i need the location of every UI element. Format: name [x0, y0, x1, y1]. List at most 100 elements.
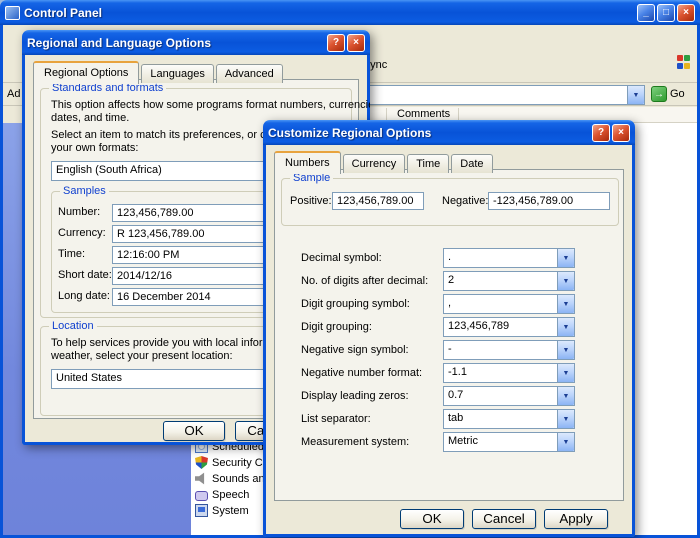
list-item-label: System — [212, 505, 249, 517]
sounds-icon — [195, 472, 208, 485]
negative-sign-symbol-combobox[interactable]: - ▼ — [443, 340, 575, 360]
list-item[interactable]: System — [195, 503, 249, 518]
dialog-title: Regional and Language Options — [27, 36, 211, 50]
security-center-icon — [195, 456, 208, 469]
location-description-line2: weather, select your present location: — [51, 350, 233, 363]
digits-after-decimal-value[interactable]: 2 — [444, 272, 557, 290]
system-icon — [195, 504, 208, 517]
list-separator-combobox[interactable]: tab ▼ — [443, 409, 575, 429]
digit-grouping-symbol-label: Digit grouping symbol: — [301, 298, 410, 310]
long-date-label: Long date: — [58, 290, 110, 302]
tab-regional-options[interactable]: Regional Options — [33, 61, 139, 84]
tab-languages[interactable]: Languages — [141, 64, 213, 83]
location-value[interactable]: United States — [52, 370, 277, 388]
positive-sample-input[interactable] — [332, 192, 424, 210]
go-label: Go — [670, 88, 685, 100]
sample-group: Sample Positive: Negative: — [281, 178, 619, 226]
decimal-symbol-combobox[interactable]: . ▼ — [443, 248, 575, 268]
negative-number-format-combobox[interactable]: -1.1 ▼ — [443, 363, 575, 383]
list-separator-value[interactable]: tab — [444, 410, 557, 428]
number-label: Number: — [58, 206, 100, 218]
digits-after-decimal-label: No. of digits after decimal: — [301, 275, 428, 287]
group-title: Samples — [60, 185, 109, 197]
minimize-button[interactable]: _ — [637, 4, 655, 22]
go-arrow-icon: → — [651, 86, 667, 102]
display-leading-zeros-combobox[interactable]: 0.7 ▼ — [443, 386, 575, 406]
tab-advanced[interactable]: Advanced — [216, 64, 283, 83]
measurement-system-label: Measurement system: — [301, 436, 409, 448]
dialog-body: Numbers Currency Time Date Sample Positi… — [263, 145, 635, 537]
desktop: Control Panel _ □ × er Sync Ad ▼ — [0, 0, 700, 538]
decimal-symbol-value[interactable]: . — [444, 249, 557, 267]
digit-grouping-combobox[interactable]: 123,456,789 ▼ — [443, 317, 575, 337]
ok-button[interactable]: OK — [400, 509, 464, 529]
chevron-down-icon[interactable]: ▼ — [557, 433, 574, 451]
ok-button[interactable]: OK — [163, 421, 225, 441]
negative-sample-input[interactable] — [488, 192, 610, 210]
measurement-system-combobox[interactable]: Metric ▼ — [443, 432, 575, 452]
help-button[interactable]: ? — [592, 124, 610, 142]
numbers-page: Sample Positive: Negative: Decimal symbo… — [274, 169, 624, 501]
chevron-down-icon[interactable]: ▼ — [557, 295, 574, 313]
negative-number-format-label: Negative number format: — [301, 367, 422, 379]
customize-regional-options-dialog: Customize Regional Options ? × Numbers C… — [263, 120, 635, 537]
currency-label: Currency: — [58, 227, 106, 239]
language-value[interactable]: English (South Africa) — [52, 162, 285, 180]
dialog-titlebar[interactable]: Customize Regional Options ? × — [263, 120, 635, 145]
negative-label: Negative: — [442, 195, 488, 207]
digit-grouping-label: Digit grouping: — [301, 321, 372, 333]
chevron-down-icon[interactable]: ▼ — [557, 364, 574, 382]
close-button[interactable]: × — [677, 4, 695, 22]
negative-sign-symbol-label: Negative sign symbol: — [301, 344, 409, 356]
close-button[interactable]: × — [347, 34, 365, 52]
tab-currency[interactable]: Currency — [343, 154, 406, 173]
location-combobox[interactable]: United States ▼ — [51, 369, 295, 389]
chevron-down-icon[interactable]: ▼ — [627, 86, 644, 104]
list-separator-label: List separator: — [301, 413, 371, 425]
tab-numbers[interactable]: Numbers — [274, 151, 341, 174]
negative-number-format-value[interactable]: -1.1 — [444, 364, 557, 382]
digit-grouping-symbol-value[interactable]: , — [444, 295, 557, 313]
short-date-label: Short date: — [58, 269, 112, 281]
titlebar[interactable]: Control Panel _ □ × — [0, 0, 700, 25]
negative-sign-symbol-value[interactable]: - — [444, 341, 557, 359]
display-leading-zeros-label: Display leading zeros: — [301, 390, 409, 402]
digit-grouping-value[interactable]: 123,456,789 — [444, 318, 557, 336]
go-button[interactable]: → Go — [651, 86, 685, 102]
digits-after-decimal-combobox[interactable]: 2 ▼ — [443, 271, 575, 291]
chevron-down-icon[interactable]: ▼ — [557, 249, 574, 267]
cancel-button[interactable]: Cancel — [472, 509, 536, 529]
positive-label: Positive: — [290, 195, 332, 207]
column-header-comments[interactable]: Comments — [397, 108, 450, 120]
standards-description-line1: This option affects how some programs fo… — [51, 99, 370, 112]
chevron-down-icon[interactable]: ▼ — [557, 341, 574, 359]
standards-description-line2: dates, and time. — [51, 112, 129, 125]
dialog-title: Customize Regional Options — [268, 126, 431, 140]
address-label: Ad — [7, 88, 20, 100]
chevron-down-icon[interactable]: ▼ — [557, 410, 574, 428]
digit-grouping-symbol-combobox[interactable]: , ▼ — [443, 294, 575, 314]
tab-time[interactable]: Time — [407, 154, 449, 173]
chevron-down-icon[interactable]: ▼ — [557, 272, 574, 290]
apply-button[interactable]: Apply — [544, 509, 608, 529]
window-title: Control Panel — [24, 6, 102, 20]
list-item[interactable]: Speech — [195, 487, 249, 502]
maximize-button[interactable]: □ — [657, 4, 675, 22]
measurement-system-value[interactable]: Metric — [444, 433, 557, 451]
display-leading-zeros-value[interactable]: 0.7 — [444, 387, 557, 405]
list-item-label: Speech — [212, 489, 249, 501]
speech-icon — [195, 491, 208, 501]
dialog-titlebar[interactable]: Regional and Language Options ? × — [22, 30, 370, 55]
control-panel-icon — [5, 6, 20, 20]
decimal-symbol-label: Decimal symbol: — [301, 252, 382, 264]
location-description-line1: To help services provide you with local … — [51, 337, 299, 350]
standards-hint-line2: your own formats: — [51, 142, 138, 155]
windows-logo-icon — [677, 55, 691, 69]
tab-date[interactable]: Date — [451, 154, 492, 173]
help-button[interactable]: ? — [327, 34, 345, 52]
chevron-down-icon[interactable]: ▼ — [557, 387, 574, 405]
chevron-down-icon[interactable]: ▼ — [557, 318, 574, 336]
close-button[interactable]: × — [612, 124, 630, 142]
time-label: Time: — [58, 248, 85, 260]
group-title: Location — [49, 320, 97, 332]
